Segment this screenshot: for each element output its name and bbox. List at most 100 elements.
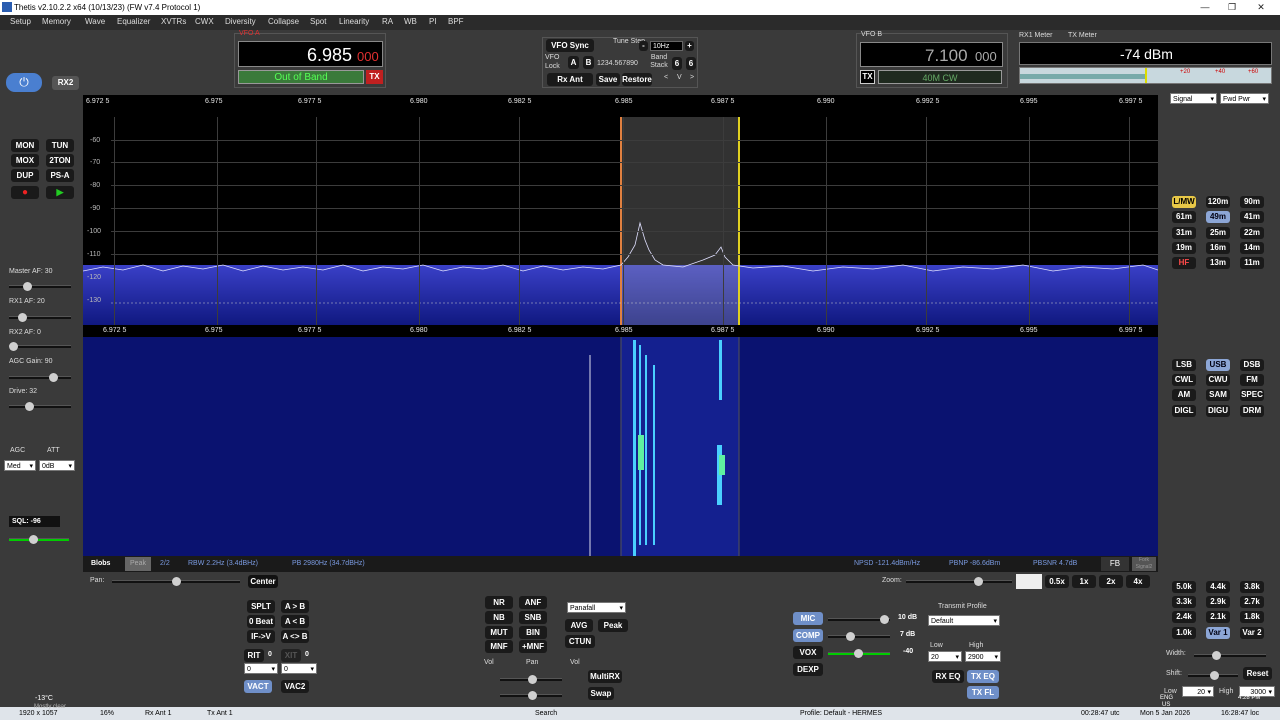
snb-button[interactable]: SNB bbox=[519, 611, 547, 624]
band-stack-2[interactable]: 6 bbox=[686, 57, 696, 70]
menu-cwx[interactable]: CWX bbox=[195, 17, 214, 26]
ps-a-button[interactable]: PS-A bbox=[46, 169, 74, 182]
menu-xvtrs[interactable]: XVTRs bbox=[161, 17, 186, 26]
zoom-1x[interactable]: 1x bbox=[1072, 575, 1096, 588]
band-22m[interactable]: 22m bbox=[1240, 227, 1264, 239]
xit-button[interactable]: XIT bbox=[281, 649, 301, 662]
zero-beat-button[interactable]: 0 Beat bbox=[247, 615, 275, 628]
band-stack-1[interactable]: 6 bbox=[672, 57, 682, 70]
menu-wave[interactable]: Wave bbox=[85, 17, 105, 26]
mode-digu[interactable]: DIGU bbox=[1206, 405, 1230, 417]
vfo-lock-b[interactable]: B bbox=[583, 56, 594, 69]
band-13m[interactable]: 13m bbox=[1206, 257, 1230, 269]
band-11m[interactable]: 11m bbox=[1240, 257, 1264, 269]
taskbar-search[interactable]: Search bbox=[535, 710, 557, 717]
play-button[interactable]: ▶ bbox=[46, 186, 74, 199]
bin-button[interactable]: BIN bbox=[519, 626, 547, 639]
dup-button[interactable]: DUP bbox=[11, 169, 39, 182]
restore-button[interactable]: Restore bbox=[622, 73, 652, 86]
menu-pi[interactable]: PI bbox=[429, 17, 437, 26]
sql-slider[interactable] bbox=[9, 535, 69, 544]
fork-signal-button[interactable]: Fork Signal2 bbox=[1132, 557, 1156, 571]
save-button[interactable]: Save bbox=[596, 73, 620, 86]
meter-tx-select[interactable]: Fwd Pwr bbox=[1220, 93, 1269, 105]
vac2-button[interactable]: VAC2 bbox=[281, 680, 309, 693]
rit-offset-input[interactable]: 0 bbox=[244, 663, 278, 675]
pan-slider[interactable] bbox=[112, 577, 240, 586]
avg-button[interactable]: AVG bbox=[565, 619, 593, 632]
mnf-button[interactable]: MNF bbox=[485, 640, 513, 653]
band-14m[interactable]: 14m bbox=[1240, 242, 1264, 254]
mox-button[interactable]: MOX bbox=[11, 154, 39, 167]
if-to-v-button[interactable]: IF->V bbox=[247, 630, 275, 643]
tx-high-input[interactable]: 2900 bbox=[965, 651, 1001, 663]
zoom-4x[interactable]: 4x bbox=[1126, 575, 1150, 588]
nb-button[interactable]: NB bbox=[485, 611, 513, 624]
band-hf[interactable]: HF bbox=[1172, 257, 1196, 269]
mon-button[interactable]: MON bbox=[11, 139, 39, 152]
filter-1-0k[interactable]: 1.0k bbox=[1172, 627, 1196, 639]
record-button[interactable]: ● bbox=[11, 186, 39, 199]
shift-reset-button[interactable]: Reset bbox=[1243, 667, 1272, 680]
band-90m[interactable]: 90m bbox=[1240, 196, 1264, 208]
tune-step-value[interactable]: 10Hz bbox=[650, 41, 683, 51]
agc-select[interactable]: Med bbox=[4, 460, 36, 472]
menu-ra[interactable]: RA bbox=[382, 17, 393, 26]
ctun-button[interactable]: CTUN bbox=[565, 635, 595, 648]
vfo-down-icon[interactable]: V bbox=[677, 74, 682, 81]
mode-fm[interactable]: FM bbox=[1240, 374, 1264, 386]
tx-antenna-status[interactable]: Tx Ant 1 bbox=[207, 710, 233, 717]
vfo-lock-a[interactable]: A bbox=[568, 56, 579, 69]
band-49m[interactable]: 49m bbox=[1206, 211, 1230, 223]
rx2-button[interactable]: RX2 bbox=[52, 76, 79, 90]
nr-button[interactable]: NR bbox=[485, 596, 513, 609]
mode-usb[interactable]: USB bbox=[1206, 359, 1230, 371]
power-button[interactable]: ⏻ bbox=[6, 73, 42, 92]
band-61m[interactable]: 61m bbox=[1172, 211, 1196, 223]
comp-button[interactable]: COMP bbox=[793, 629, 823, 642]
peak-toggle[interactable]: Peak bbox=[125, 557, 151, 571]
tune-step-minus[interactable]: - bbox=[639, 41, 648, 51]
b-to-a-button[interactable]: A < B bbox=[281, 615, 309, 628]
mode-drm[interactable]: DRM bbox=[1240, 405, 1264, 417]
vfo-b-display[interactable]: 7.100 000 bbox=[860, 42, 1003, 67]
vfo-b-tx-button[interactable]: TX bbox=[860, 70, 875, 84]
panadapter-display[interactable]: 6.972 5 6.975 6.977 5 6.980 6.982 5 6.98… bbox=[83, 95, 1158, 325]
tx-eq-button[interactable]: TX EQ bbox=[967, 670, 999, 683]
menu-equalizer[interactable]: Equalizer bbox=[117, 17, 150, 26]
xit-offset-input[interactable]: 0 bbox=[281, 663, 317, 675]
center-button[interactable]: Center bbox=[248, 575, 278, 588]
zoom-slider[interactable] bbox=[906, 577, 1012, 586]
band-120m[interactable]: 120m bbox=[1206, 196, 1230, 208]
plus-mnf-button[interactable]: +MNF bbox=[519, 640, 547, 653]
swap-button[interactable]: Swap bbox=[588, 687, 614, 700]
mic-button[interactable]: MIC bbox=[793, 612, 823, 625]
band-lmw[interactable]: L/MW bbox=[1172, 196, 1196, 208]
rx2-af-slider[interactable] bbox=[9, 342, 71, 351]
tun-button[interactable]: TUN bbox=[46, 139, 74, 152]
menu-bpf[interactable]: BPF bbox=[448, 17, 464, 26]
mode-digl[interactable]: DIGL bbox=[1172, 405, 1196, 417]
vox-slider[interactable] bbox=[828, 649, 890, 658]
rx-eq-button[interactable]: RX EQ bbox=[932, 670, 964, 683]
zoom-2x[interactable]: 2x bbox=[1099, 575, 1123, 588]
band-16m[interactable]: 16m bbox=[1206, 242, 1230, 254]
vox-button[interactable]: VOX bbox=[793, 646, 823, 659]
mode-dsb[interactable]: DSB bbox=[1240, 359, 1264, 371]
filter-3-8k[interactable]: 3.8k bbox=[1240, 581, 1264, 593]
fb-button[interactable]: FB bbox=[1101, 557, 1129, 571]
menu-linearity[interactable]: Linearity bbox=[339, 17, 369, 26]
filter-low-input[interactable]: 20 bbox=[1182, 686, 1214, 698]
band-41m[interactable]: 41m bbox=[1240, 211, 1264, 223]
menu-setup[interactable]: Setup bbox=[10, 17, 31, 26]
zoom-0-5x[interactable]: 0.5x bbox=[1045, 575, 1069, 588]
filter-var1[interactable]: Var 1 bbox=[1206, 627, 1230, 639]
tx-profile-select[interactable]: Default bbox=[928, 615, 1000, 627]
mode-lsb[interactable]: LSB bbox=[1172, 359, 1196, 371]
vfo-freq-field[interactable]: 1234.567890 bbox=[597, 59, 642, 69]
meter-rx-select[interactable]: Signal bbox=[1170, 93, 1217, 105]
filter-var2[interactable]: Var 2 bbox=[1240, 627, 1264, 639]
agc-gain-slider[interactable] bbox=[9, 373, 71, 382]
filter-4-4k[interactable]: 4.4k bbox=[1206, 581, 1230, 593]
vfo-next-icon[interactable]: > bbox=[690, 74, 694, 81]
